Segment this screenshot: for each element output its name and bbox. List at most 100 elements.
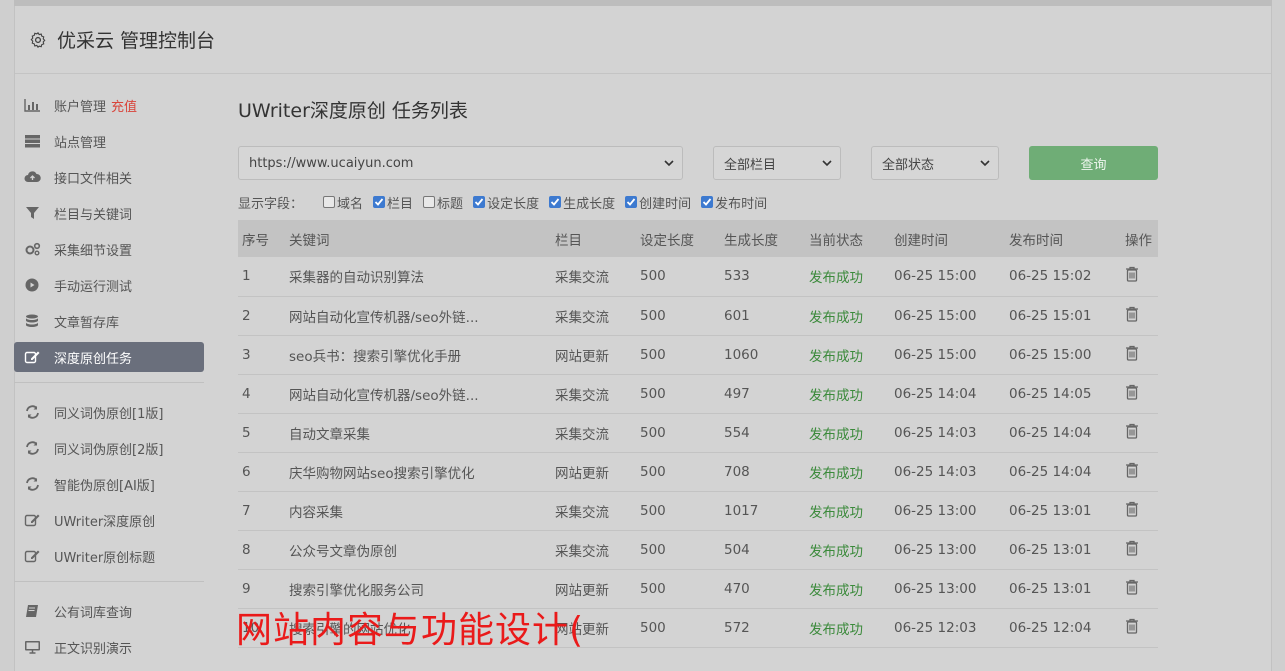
sidebar-item[interactable]: 同义词伪原创[1版] [14, 397, 204, 427]
sidebar-item[interactable]: 同义词伪原创[2版] [14, 433, 204, 463]
table-cell: 采集交流 [555, 543, 609, 560]
bar-chart-icon [24, 98, 41, 113]
field-checkbox[interactable]: 栏目 [373, 193, 413, 212]
sidebar-item-label: 深度原创任务 [54, 351, 133, 367]
trash-icon[interactable] [1125, 462, 1139, 478]
section-title: UWriter深度原创 任务列表 [238, 100, 468, 122]
table-cell: 采集交流 [555, 309, 609, 326]
table-cell: 500 [640, 307, 666, 324]
table-cell: 4 [242, 385, 251, 402]
table-cell: 06-25 14:05 [1009, 385, 1092, 402]
trash-icon[interactable] [1125, 579, 1139, 595]
checkbox-unchecked-icon [423, 196, 436, 208]
field-checkbox[interactable]: 域名 [323, 193, 363, 212]
table-cell: 2 [242, 307, 251, 324]
filter-bar: https://www.ucaiyun.com 全部栏目 全部状态 查询 [238, 146, 1158, 180]
sidebar-item[interactable]: 采集细节设置 [14, 234, 204, 264]
sidebar-item[interactable]: 深度原创任务 [14, 342, 204, 372]
sidebar-item[interactable]: 栏目与关键词 [14, 198, 204, 228]
table-cell: 500 [640, 346, 666, 363]
sidebar-item[interactable]: UWriter原创标题 [14, 541, 204, 571]
sidebar-item-label: UWriter原创标题 [54, 550, 156, 566]
site-select[interactable]: https://www.ucaiyun.com [238, 146, 683, 180]
table-cell: 06-25 13:01 [1009, 541, 1092, 558]
recharge-link[interactable]: 充值 [111, 96, 137, 115]
action-cell [1121, 413, 1158, 452]
header-bar: 优采云 管理控制台 [15, 6, 1271, 74]
column-header: 栏目 [555, 232, 582, 249]
table-cell: 06-25 15:00 [894, 307, 977, 324]
table-cell: 06-25 14:04 [1009, 424, 1092, 441]
trash-icon[interactable] [1125, 384, 1139, 400]
field-checkbox[interactable]: 设定长度 [473, 193, 539, 212]
table-cell: seo兵书：搜索引擎优化手册 [289, 348, 462, 365]
status-cell: 发布成功 [809, 348, 863, 365]
field-checkbox-label: 域名 [337, 196, 364, 212]
table-cell: 6 [242, 463, 251, 480]
sidebar-item[interactable]: 文章暂存库 [14, 306, 204, 336]
status-select[interactable]: 全部状态 [871, 146, 999, 180]
display-fields: 显示字段： 域名 栏目 标题 设定长度 生成长度 创建时间 发布时间 [238, 192, 1158, 212]
table-cell: 554 [724, 424, 750, 441]
table-row: 8 公众号文章伪原创 采集交流 500 504 发布成功 06-25 13:00 06-25 … [238, 530, 1158, 569]
field-checkbox[interactable]: 创建时间 [625, 193, 691, 212]
table-row: 7 内容采集 采集交流 500 1017 发布成功 06-25 13:00 06-25 13:… [238, 491, 1158, 530]
column-header: 设定长度 [640, 232, 694, 249]
trash-icon[interactable] [1125, 618, 1139, 634]
field-checkbox[interactable]: 发布时间 [701, 193, 767, 212]
overlay-caption: 网站内容与功能设计( [236, 610, 585, 651]
site-select-value: https://www.ucaiyun.com [249, 155, 414, 171]
column-select-value: 全部栏目 [724, 157, 777, 173]
column-select[interactable]: 全部栏目 [713, 146, 841, 180]
sidebar-item[interactable]: 手动运行测试 [14, 270, 204, 300]
table-cell: 自动文章采集 [289, 426, 370, 443]
status-select-value: 全部状态 [882, 157, 935, 173]
sidebar-item-label: 正文识别演示 [54, 641, 133, 657]
edit-icon [24, 513, 41, 528]
display-fields-label: 显示字段： [238, 196, 304, 212]
sidebar-item[interactable]: 站点管理 [14, 126, 204, 156]
trash-icon[interactable] [1125, 266, 1139, 282]
table-cell: 采集交流 [555, 387, 609, 404]
table-cell: 8 [242, 541, 251, 558]
trash-icon[interactable] [1125, 501, 1139, 517]
status-cell: 发布成功 [809, 270, 863, 287]
sidebar-item-label: 采集细节设置 [54, 243, 133, 259]
monitor-icon [24, 640, 41, 655]
column-header: 操作 [1125, 232, 1152, 249]
sidebar-divider [14, 581, 204, 582]
filter-icon [24, 206, 41, 221]
sidebar-item[interactable]: 正文识别演示 [14, 632, 204, 662]
chevron-down-icon [822, 160, 832, 167]
trash-icon[interactable] [1125, 306, 1139, 322]
table-cell: 500 [640, 463, 666, 480]
server-icon [24, 134, 41, 149]
sidebar-item[interactable]: 智能伪原创[AI版] [14, 469, 204, 499]
table-cell: 采集器的自动识别算法 [289, 270, 424, 287]
sidebar-item-label: 文章暂存库 [54, 315, 120, 331]
checkbox-checked-icon [701, 196, 714, 208]
action-cell [1121, 452, 1158, 491]
query-button[interactable]: 查询 [1029, 146, 1158, 180]
table-cell: 3 [242, 346, 251, 363]
table-cell: 采集交流 [555, 270, 609, 287]
field-checkbox[interactable]: 生成长度 [549, 193, 615, 212]
action-cell [1121, 530, 1158, 569]
sidebar-item[interactable]: 账户管理 充值 [14, 90, 204, 120]
sidebar-item-label: 同义词伪原创[1版] [54, 406, 164, 422]
field-checkbox-label: 设定长度 [487, 196, 540, 212]
trash-icon[interactable] [1125, 540, 1139, 556]
field-checkbox[interactable]: 标题 [423, 193, 463, 212]
column-header: 关键词 [289, 232, 330, 249]
status-cell: 发布成功 [809, 543, 863, 560]
table-cell: 06-25 15:00 [894, 268, 977, 285]
checkbox-unchecked-icon [323, 196, 336, 208]
trash-icon[interactable] [1125, 423, 1139, 439]
trash-icon[interactable] [1125, 345, 1139, 361]
status-cell: 发布成功 [809, 504, 863, 521]
sidebar-item[interactable]: 接口文件相关 [14, 162, 204, 192]
checkbox-checked-icon [549, 196, 562, 208]
sidebar-item[interactable]: 公有词库查询 [14, 596, 204, 626]
refresh-icon [24, 405, 41, 420]
sidebar-item[interactable]: UWriter深度原创 [14, 505, 204, 535]
